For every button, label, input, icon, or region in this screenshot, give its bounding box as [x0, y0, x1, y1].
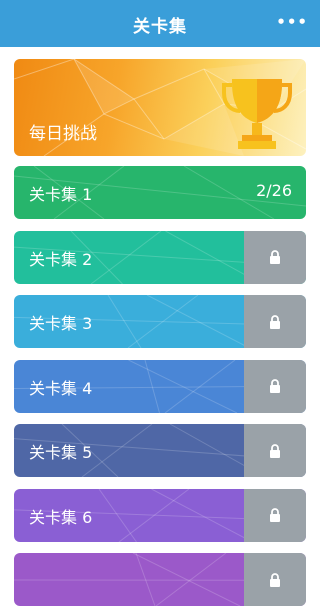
- level-set-card[interactable]: 关卡集 1 2/26: [14, 166, 306, 219]
- level-set-name: 关卡集 5: [29, 443, 93, 462]
- level-set-card[interactable]: 关卡集 5: [14, 424, 306, 477]
- lock-badge: [244, 230, 306, 284]
- level-set-card[interactable]: 关卡集 3: [14, 295, 306, 348]
- daily-challenge-card[interactable]: 每日挑战: [14, 59, 306, 156]
- level-set-name: 关卡集 4: [29, 378, 93, 398]
- lock-icon: [270, 572, 280, 587]
- level-set-card[interactable]: 关卡集 6: [14, 488, 306, 542]
- lock-badge: [244, 359, 306, 413]
- level-set-name: 关卡集 1: [29, 185, 93, 204]
- trophy-icon: [222, 79, 292, 149]
- app-header: 关卡集 •••: [0, 0, 320, 47]
- lock-badge: [244, 553, 306, 606]
- level-set-name: 关卡集 6: [29, 507, 93, 527]
- level-set-name: 关卡集 3: [29, 314, 93, 333]
- level-set-card[interactable]: [14, 553, 306, 606]
- lock-icon: [270, 314, 280, 329]
- daily-challenge-label: 每日挑战: [29, 124, 97, 144]
- lock-badge: [244, 424, 306, 477]
- lock-badge: [244, 295, 306, 348]
- more-icon[interactable]: •••: [276, 13, 308, 31]
- page-title: 关卡集: [133, 17, 187, 37]
- lock-icon: [270, 379, 280, 393]
- lock-badge: [244, 488, 306, 542]
- level-set-progress: 2/26: [256, 181, 292, 200]
- level-set-card[interactable]: 关卡集 4: [14, 359, 306, 413]
- lock-icon: [270, 443, 280, 458]
- level-set-name: 关卡集 2: [29, 249, 93, 269]
- lock-icon: [270, 508, 280, 522]
- level-set-card[interactable]: 关卡集 2: [14, 230, 306, 284]
- lock-icon: [270, 250, 280, 264]
